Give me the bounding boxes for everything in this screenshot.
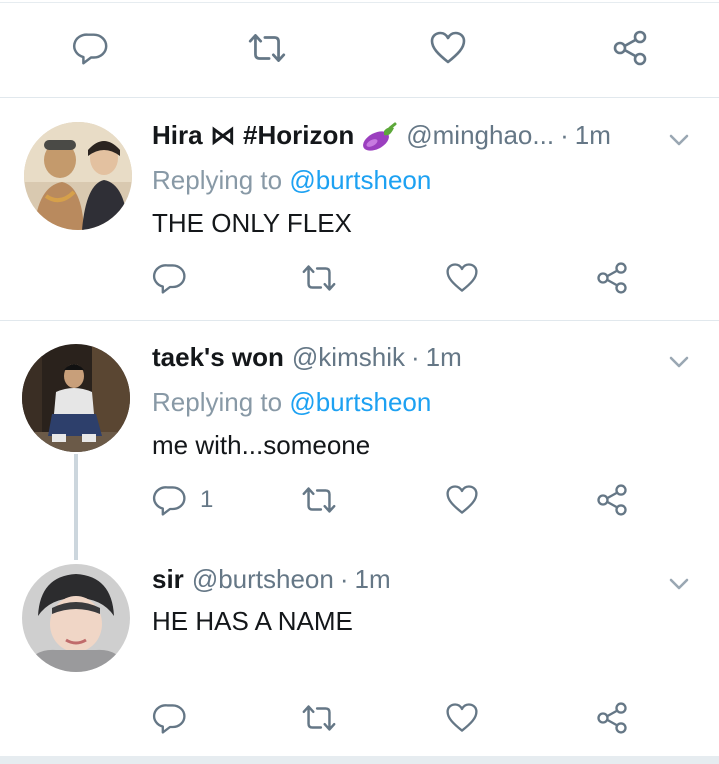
top-divider (0, 2, 719, 3)
retweet-button[interactable] (300, 258, 338, 298)
share-icon (594, 482, 630, 518)
eggplant-emoji-icon (363, 122, 397, 151)
reply-button[interactable] (72, 28, 110, 68)
retweet-button[interactable] (246, 28, 288, 68)
tweet-header: taek's won @kimshik · 1m (152, 342, 462, 376)
avatar-photo (22, 344, 130, 452)
reply-button[interactable]: 1 (152, 480, 213, 520)
reply-icon (72, 29, 110, 67)
tweet-text: me with...someone (152, 430, 371, 460)
chevron-down-icon[interactable] (667, 572, 691, 596)
reply-button[interactable] (152, 698, 188, 738)
display-name[interactable]: taek's won (152, 342, 284, 373)
like-icon (444, 260, 480, 296)
chevron-down-icon[interactable] (667, 128, 691, 152)
reply-icon (152, 482, 188, 518)
divider (0, 97, 719, 98)
like-icon (444, 700, 480, 736)
avatar-photo (22, 564, 130, 672)
avatar-photo (24, 122, 132, 230)
reply-mention-link[interactable]: @burtsheon (289, 387, 431, 417)
retweet-icon (300, 699, 338, 737)
reply-button[interactable] (152, 258, 188, 298)
retweet-icon (300, 259, 338, 297)
share-button[interactable] (594, 258, 630, 298)
replying-to-label: Replying to (152, 165, 283, 195)
like-button[interactable] (428, 28, 468, 68)
replying-to: Replying to @burtsheon (152, 387, 431, 418)
separator-dot: · (339, 564, 349, 594)
chevron-down-icon[interactable] (667, 350, 691, 374)
avatar[interactable] (22, 564, 130, 672)
divider (0, 320, 719, 321)
user-handle[interactable]: @burtsheon (192, 564, 334, 595)
tweet-header: Hira ⋈ #Horizon @minghao... · 1m (152, 120, 611, 154)
avatar[interactable] (24, 122, 132, 230)
action-bar (0, 698, 719, 738)
share-icon (594, 700, 630, 736)
replying-to: Replying to @burtsheon (152, 165, 431, 196)
separator-dot: · (410, 342, 420, 372)
like-button[interactable] (444, 698, 480, 738)
action-bar-previous (0, 28, 719, 68)
replying-to-label: Replying to (152, 387, 283, 417)
action-bar: 1 (0, 480, 719, 520)
like-button[interactable] (444, 480, 480, 520)
share-icon (594, 260, 630, 296)
display-name[interactable]: sir (152, 564, 184, 595)
action-bar (0, 258, 719, 298)
bottom-divider (0, 756, 719, 764)
retweet-icon (246, 27, 288, 69)
user-handle[interactable]: @minghao... (406, 120, 554, 151)
like-icon (444, 482, 480, 518)
retweet-button[interactable] (300, 698, 338, 738)
tweet-text: HE HAS A NAME (152, 606, 353, 636)
like-button[interactable] (444, 258, 480, 298)
timestamp[interactable]: 1m (426, 342, 462, 373)
tweet-text: THE ONLY FLEX (152, 208, 352, 238)
retweet-button[interactable] (300, 480, 338, 520)
avatar[interactable] (22, 344, 130, 452)
timestamp[interactable]: 1m (355, 564, 391, 595)
reply-mention-link[interactable]: @burtsheon (289, 165, 431, 195)
share-icon (610, 28, 650, 68)
user-handle[interactable]: @kimshik (292, 342, 405, 373)
reply-icon (152, 700, 188, 736)
reply-icon (152, 260, 188, 296)
share-button[interactable] (594, 698, 630, 738)
tweet-header: sir @burtsheon · 1m (152, 564, 391, 598)
display-name[interactable]: Hira ⋈ #Horizon (152, 120, 354, 151)
retweet-icon (300, 481, 338, 519)
separator-dot: · (560, 120, 569, 150)
share-button[interactable] (594, 480, 630, 520)
reply-count: 1 (200, 486, 214, 513)
share-button[interactable] (610, 28, 650, 68)
like-icon (428, 28, 468, 68)
timestamp[interactable]: 1m (575, 120, 611, 151)
